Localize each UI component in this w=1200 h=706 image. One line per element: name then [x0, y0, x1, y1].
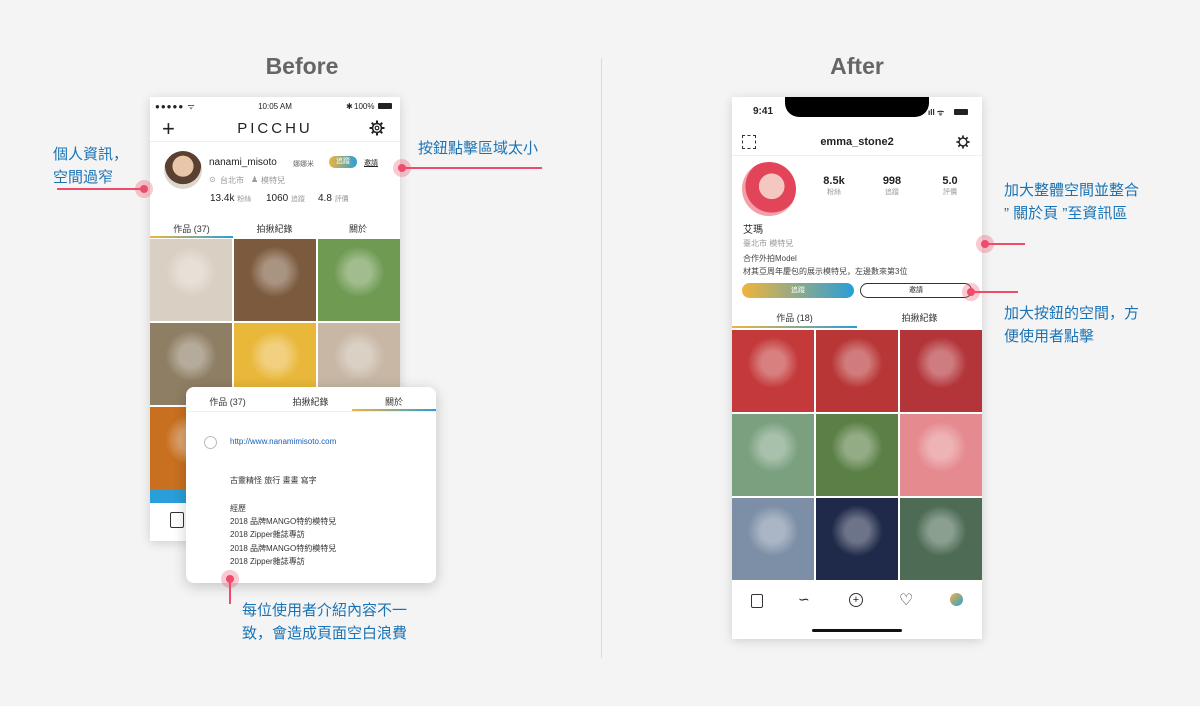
username: nanami_misoto [209, 157, 277, 168]
photo-strip [150, 489, 190, 503]
after-heading: After [830, 53, 884, 79]
card-tab-records[interactable]: 拍揪紀錄 [269, 395, 352, 408]
location-pin-icon: ⊙ [209, 175, 216, 184]
annotation-dot [221, 570, 239, 588]
photo-tile[interactable] [234, 239, 316, 321]
add-icon[interactable]: + [849, 593, 863, 607]
history-item: 2018 Zipper雜誌專訪 [230, 557, 305, 566]
avatar[interactable] [742, 162, 796, 216]
battery-icon [378, 103, 392, 109]
history-item: 2018 品牌MANGO特約模特兒 [230, 517, 337, 526]
person-icon: ♟ [251, 175, 259, 184]
history-title: 經歷 [230, 504, 246, 513]
card-tab-about[interactable]: 關於 [352, 395, 436, 408]
annotation-bigger-buttons: 加大按鈕的空間，方 便使用者點擊 [1004, 305, 1140, 345]
bio-line: 合作外拍Model [743, 254, 797, 263]
gallery-icon[interactable] [170, 512, 184, 528]
invite-button[interactable]: 邀請 [860, 283, 972, 298]
signal-wifi-icon: ıll ᯤ [928, 108, 945, 117]
photo-tile[interactable] [732, 330, 814, 412]
tab-about[interactable]: 關於 [316, 222, 400, 235]
photo-tile[interactable] [900, 330, 982, 412]
photo-tile[interactable] [816, 498, 898, 580]
tab-indicator [732, 326, 857, 328]
annotation-line [57, 188, 144, 190]
display-name: 艾瑪 [743, 225, 763, 236]
annotation-dot [393, 159, 411, 177]
annotation-profile-cramped: 個人資訊， 空間過窄 [53, 146, 129, 186]
website-link[interactable]: http://www.nanamimisoto.com [230, 437, 336, 446]
username: emma_stone2 [820, 136, 894, 148]
header-divider [732, 155, 982, 156]
photo-tile[interactable] [732, 414, 814, 496]
tab-records[interactable]: 拍揪紀錄 [857, 311, 982, 324]
location-role: 臺北市 模特兒 [743, 239, 794, 248]
tab-works[interactable]: 作品 (18) [732, 311, 857, 324]
photo-tile[interactable] [318, 239, 400, 321]
annotation-button-small: 按鈕點擊區域太小 [418, 140, 539, 157]
gallery-icon[interactable] [751, 594, 763, 608]
app-title: PICCHU [237, 120, 313, 137]
stat-followers: 13.4k 粉絲 [210, 193, 252, 204]
avatar[interactable] [164, 151, 202, 189]
history-item: 2018 品牌MANGO特約模特兒 [230, 544, 337, 553]
annotation-inconsistent-intro: 每位使用者介紹內容不一 致，會造成頁面空白浪費 [242, 602, 408, 642]
location-text: 台北市 [220, 176, 244, 185]
follow-button[interactable]: 追蹤 [329, 156, 357, 168]
stat-following: 1060 追蹤 [266, 193, 306, 204]
annotation-dot [962, 283, 980, 301]
status-time: 9:41 [753, 106, 774, 117]
photo-tile[interactable] [900, 498, 982, 580]
annotation-line [402, 167, 542, 169]
before-heading: Before [265, 53, 339, 79]
heart-icon[interactable]: ♡ [899, 590, 913, 610]
gear-icon[interactable] [956, 135, 970, 149]
phone-notch [785, 97, 929, 117]
tab-indicator [150, 236, 233, 238]
battery-text: 100% [354, 102, 375, 111]
wave-icon[interactable]: ∽ [798, 591, 810, 608]
tab-works[interactable]: 作品 (37) [150, 222, 233, 235]
stat-rating: 4.8 評價 [318, 193, 349, 204]
photo-tile[interactable] [900, 414, 982, 496]
invite-button[interactable]: 邀請 [364, 158, 378, 168]
globe-icon [204, 436, 217, 449]
stat-followers: 8.5k 粉絲 [823, 175, 845, 196]
profile-icon[interactable] [950, 593, 963, 606]
stat-rating: 5.0 評價 [942, 175, 958, 196]
divider [601, 58, 602, 658]
bio-line: 材其亞周年慶包的展示模特兒，左邊數來第3位 [743, 267, 908, 276]
stat-following: 998 追蹤 [882, 175, 902, 196]
gear-icon[interactable] [369, 120, 385, 136]
role-text: 模特兒 [261, 176, 285, 185]
card-tab-works[interactable]: 作品 (37) [186, 395, 269, 408]
annotation-integrate-about: 加大整體空間並整合” 關於頁 ”至資訊區 [1004, 182, 1140, 222]
about-card: 作品 (37) 拍揪紀錄 關於 http://www.nanamimisoto.… [186, 387, 436, 583]
photo-tile[interactable] [732, 498, 814, 580]
photo-tile[interactable] [816, 330, 898, 412]
follow-button[interactable]: 追蹤 [742, 283, 854, 298]
card-divider [186, 411, 436, 412]
battery-icon [954, 109, 968, 115]
bluetooth-icon: ✱ [346, 102, 353, 111]
after-phone: 9:41 ıll ᯤ emma_stone2 8.5k 粉絲 998 追蹤 5.… [732, 97, 982, 639]
interest-tags: 古靈精怪 旅行 畫畫 寫字 [230, 476, 317, 485]
annotation-dot [976, 235, 994, 253]
history-item: 2018 Zipper雜誌專訪 [230, 530, 305, 539]
annotation-dot [135, 180, 153, 198]
tab-records[interactable]: 拍揪紀錄 [233, 222, 316, 235]
nickname: 娜娜米 [293, 161, 314, 168]
header-divider [150, 141, 400, 142]
photo-tile[interactable] [816, 414, 898, 496]
photo-tile[interactable] [150, 239, 232, 321]
home-indicator [812, 629, 902, 632]
